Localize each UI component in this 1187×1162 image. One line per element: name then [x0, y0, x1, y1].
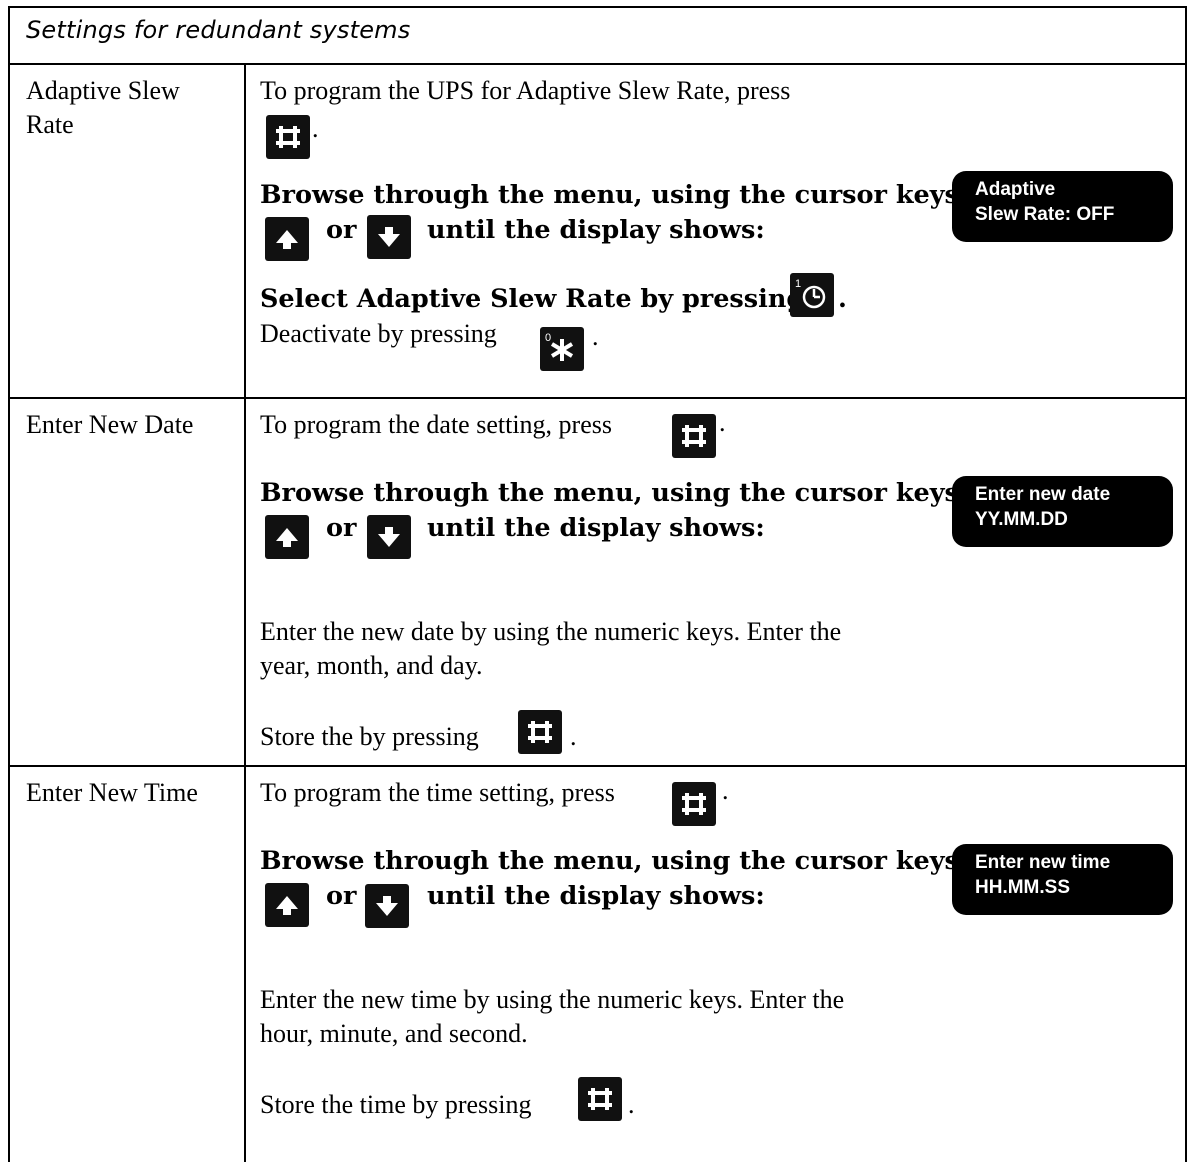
row-label-enter-new-time: Enter New Time [26, 778, 198, 807]
lcd-display: Enter new date YY.MM.DD [952, 476, 1173, 547]
period: . [592, 322, 599, 351]
key-1-clock-icon: 1 [790, 273, 834, 317]
table-title: Settings for redundant systems [26, 16, 411, 44]
period: . [312, 114, 319, 143]
or-text: or [326, 513, 357, 543]
browse-instruction: Browse through the menu, using the curso… [260, 180, 959, 210]
title-divider [8, 63, 1187, 65]
until-display-text: until the display shows: [427, 513, 765, 543]
browse-instruction: Browse through the menu, using the curso… [260, 846, 959, 876]
instruction-text: To program the date setting, press [260, 410, 612, 439]
numeric-entry-instruction: Enter the new date by using the numeric … [260, 615, 841, 683]
browse-instruction: Browse through the menu, using the curso… [260, 478, 959, 508]
row-label-adaptive-slew-rate: Adaptive Slew Rate [26, 74, 180, 142]
until-display-text: until the display shows: [427, 215, 765, 245]
hash-key-icon [672, 782, 716, 826]
period: . [722, 776, 729, 805]
frame-left [8, 6, 10, 1162]
store-instruction: Store the by pressing [260, 722, 479, 751]
row-label-enter-new-date: Enter New Date [26, 410, 194, 439]
instruction-line: hour, minute, and second. [260, 1019, 528, 1048]
arrow-down-key-icon [365, 884, 409, 928]
arrow-up-key-icon [265, 217, 309, 261]
row-divider [8, 397, 1187, 399]
hash-key-icon [518, 710, 562, 754]
period: . [570, 722, 577, 751]
instruction-line: year, month, and day. [260, 651, 483, 680]
deactivate-instruction: Deactivate by pressing [260, 319, 497, 348]
lcd-line: YY.MM.DD [975, 509, 1068, 530]
arrow-down-key-icon [367, 215, 411, 259]
key-digit: 0 [545, 332, 551, 344]
instruction-line: Enter the new time by using the numeric … [260, 985, 845, 1014]
or-text: or [326, 881, 357, 911]
hash-key-icon [266, 115, 310, 159]
instruction-text: To program the UPS for Adaptive Slew Rat… [260, 76, 791, 105]
column-divider [244, 63, 246, 1162]
until-display-text: until the display shows: [427, 881, 765, 911]
arrow-up-key-icon [265, 883, 309, 927]
instruction-text: To program the time setting, press [260, 778, 615, 807]
numeric-entry-instruction: Enter the new time by using the numeric … [260, 983, 844, 1051]
period: . [628, 1090, 635, 1119]
row-label-line: Adaptive Slew [26, 76, 180, 105]
row-label-line: Rate [26, 110, 74, 139]
hash-key-icon [578, 1077, 622, 1121]
key-0-star-icon: 0 [540, 327, 584, 371]
arrow-down-key-icon [367, 515, 411, 559]
lcd-line: Enter new time [975, 852, 1111, 873]
lcd-line: Slew Rate: OFF [975, 204, 1115, 225]
lcd-line: Enter new date [975, 484, 1111, 505]
arrow-up-key-icon [265, 515, 309, 559]
period: . [838, 284, 847, 314]
or-text: or [326, 215, 357, 245]
instruction-line: Enter the new date by using the numeric … [260, 617, 842, 646]
lcd-line: Adaptive [975, 179, 1056, 200]
hash-key-icon [672, 414, 716, 458]
store-instruction: Store the time by pressing [260, 1090, 532, 1119]
lcd-display: Enter new time HH.MM.SS [952, 844, 1173, 915]
period: . [719, 408, 726, 437]
settings-table: Settings for redundant systems Adaptive … [0, 0, 1187, 1162]
lcd-display: Adaptive Slew Rate: OFF [952, 171, 1173, 242]
select-instruction: Select Adaptive Slew Rate by pressing [260, 284, 805, 314]
lcd-line: HH.MM.SS [975, 877, 1070, 898]
frame-top [8, 6, 1187, 8]
row-divider [8, 765, 1187, 767]
key-digit: 1 [795, 278, 801, 290]
